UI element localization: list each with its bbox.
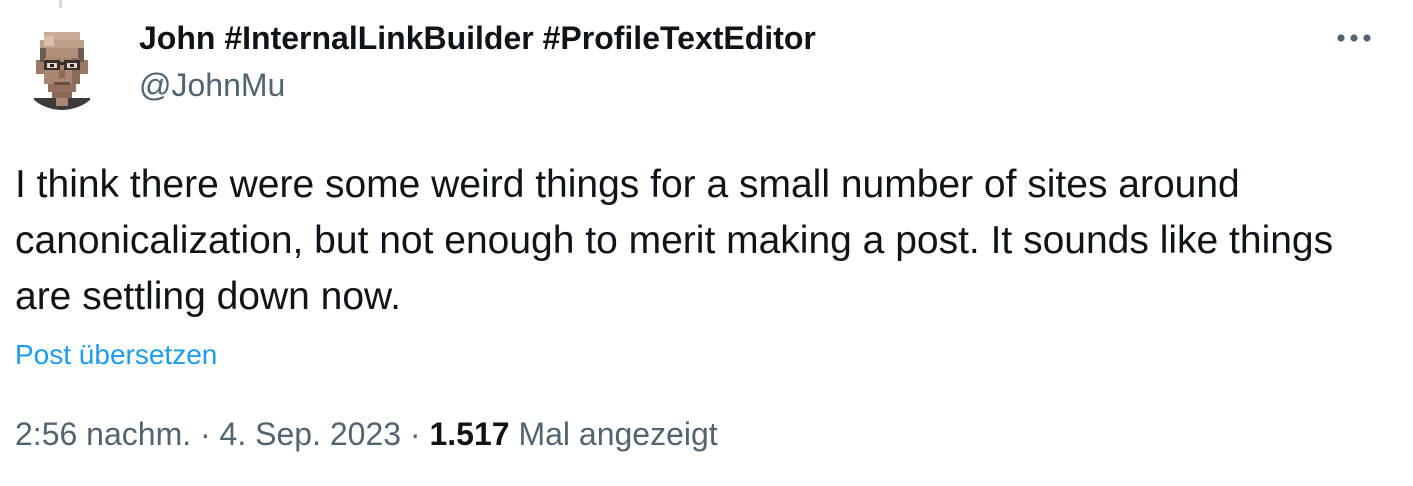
avatar[interactable] <box>18 22 106 110</box>
meta-separator: · <box>200 416 211 452</box>
translate-post-link[interactable]: Post übersetzen <box>15 338 217 372</box>
post-time[interactable]: 2:56 nachm. <box>15 416 191 452</box>
views-count: 1.517 <box>429 416 510 452</box>
pixel-portrait-avatar-icon <box>18 22 106 110</box>
views-label: Mal angezeigt <box>518 416 718 452</box>
post-metadata: 2:56 nachm. · 4. Sep. 2023 · 1.517 Mal a… <box>15 414 718 454</box>
author-display-name[interactable]: John #InternalLinkBuilder #ProfileTextEd… <box>139 18 816 58</box>
more-horizontal-icon <box>1337 34 1371 42</box>
post-date[interactable]: 4. Sep. 2023 <box>220 416 401 452</box>
post-text: I think there were some weird things for… <box>15 163 1334 318</box>
thread-connector-line <box>59 0 62 8</box>
author-handle[interactable]: @JohnMu <box>139 65 816 105</box>
more-options-button[interactable] <box>1326 22 1382 54</box>
meta-separator: · <box>409 416 421 452</box>
author-block: John #InternalLinkBuilder #ProfileTextEd… <box>139 18 816 105</box>
